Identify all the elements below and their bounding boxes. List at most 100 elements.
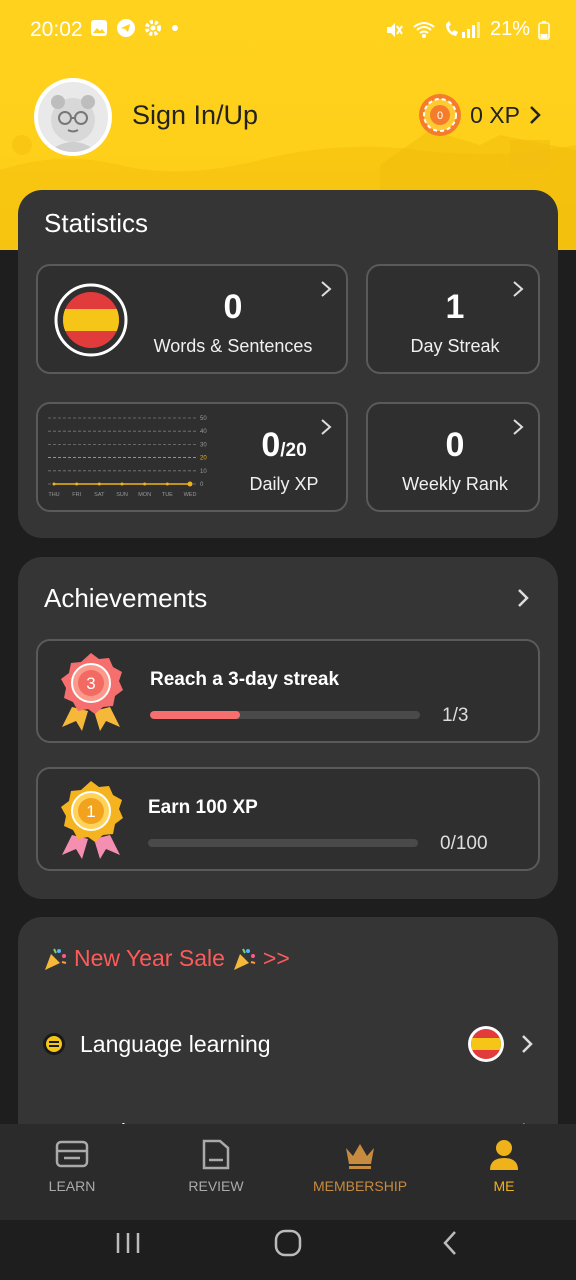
mini-chart-point <box>75 482 79 486</box>
nav-review[interactable]: REVIEW <box>151 1138 281 1194</box>
nav-learn[interactable]: LEARN <box>7 1138 137 1194</box>
weekly-rank-tile[interactable]: 0 Weekly Rank <box>366 402 540 512</box>
status-left-icons <box>90 18 180 38</box>
promo-suffix: >> <box>262 945 290 971</box>
streak-label: Day Streak <box>410 336 500 356</box>
mini-chart-y-tick: 10 <box>200 469 207 475</box>
system-navigation-bar <box>0 1220 576 1280</box>
mini-chart-y-tick: 50 <box>200 416 207 422</box>
mini-chart-x-tick: TUE <box>162 492 173 498</box>
mini-chart-point <box>187 481 193 487</box>
chevron-right-icon <box>522 1035 533 1053</box>
achievement-streak-count: 1/3 <box>442 705 469 726</box>
party-popper-icon <box>233 948 256 970</box>
achievements-chevron-right-icon[interactable] <box>516 587 530 609</box>
streak-medal-number: 3 <box>86 674 95 693</box>
settings-gear-icon <box>145 20 161 36</box>
battery-icon <box>538 20 550 40</box>
notification-dot-icon <box>172 25 178 31</box>
nav-review-label: REVIEW <box>188 1178 244 1194</box>
battery-percent: 21% <box>489 18 530 40</box>
nav-membership-label: MEMBERSHIP <box>312 1178 408 1194</box>
achievement-xp[interactable]: 1 Earn 100 XP 0/100 <box>36 767 540 871</box>
language-learning-row[interactable]: Language learning <box>42 1019 534 1069</box>
mini-chart-x-tick: FRI <box>72 492 81 498</box>
xp-medal-icon: 1 <box>61 781 123 859</box>
status-bar: 20:02 21% <box>0 0 576 60</box>
daily-xp-mini-chart: 50 40 30 20 10 0 THU FRI SAT SUN MON TUE WED <box>48 416 207 498</box>
words-label: Words & Sentences <box>153 336 313 356</box>
xp-value: 0 XP <box>470 101 520 128</box>
achievement-xp-count: 0/100 <box>440 833 488 854</box>
mini-chart-x-tick: WED <box>184 492 197 498</box>
status-time: 20:02 <box>30 18 83 41</box>
sign-in-link[interactable]: Sign In/Up <box>132 100 258 131</box>
panda-avatar-icon <box>48 95 98 152</box>
new-year-sale-banner[interactable]: New Year Sale >> <box>42 945 290 972</box>
achievement-streak-title: Reach a 3-day streak <box>150 669 340 690</box>
day-streak-tile[interactable]: 1 Day Streak <box>366 264 540 374</box>
mini-chart-y-tick: 40 <box>200 429 207 435</box>
bottom-navigation: LEARN REVIEW MEMBERSHIP ME <box>0 1124 576 1220</box>
profile-person-icon <box>490 1140 518 1170</box>
status-right-icons: 21% <box>384 18 550 41</box>
spain-flag-icon <box>54 283 128 357</box>
nav-learn-label: LEARN <box>48 1178 96 1194</box>
crown-icon <box>346 1144 374 1169</box>
mini-chart-x-tick: SAT <box>94 492 105 498</box>
recent-apps-icon[interactable] <box>114 1230 142 1256</box>
daily-xp-goal: /20 <box>280 440 307 461</box>
language-icon <box>43 1033 65 1055</box>
words-count: 0 <box>223 288 243 326</box>
daily-xp-label: Daily XP <box>249 474 319 494</box>
mini-chart-point <box>52 482 56 486</box>
achievement-streak-progress-fill <box>150 711 240 719</box>
call-signal-icon <box>445 20 480 38</box>
mini-chart-y-tick: 30 <box>200 442 207 448</box>
xp-medal-number: 1 <box>86 802 95 821</box>
xp-coin-value: 0 <box>437 110 443 122</box>
mini-chart-point <box>143 482 147 486</box>
achievement-xp-title: Earn 100 XP <box>148 797 258 818</box>
chevron-right-icon <box>530 106 541 124</box>
learn-book-icon <box>55 1140 89 1168</box>
chevron-right-icon <box>321 281 332 297</box>
achievement-streak[interactable]: 3 Reach a 3-day streak 1/3 <box>36 639 540 743</box>
nav-me-label: ME <box>493 1178 515 1194</box>
chevron-right-icon <box>513 419 524 435</box>
words-sentences-tile[interactable]: 0 Words & Sentences <box>36 264 348 374</box>
mini-chart-x-tick: MON <box>138 492 151 498</box>
daily-xp-value: 0 <box>261 426 281 464</box>
xp-coin-icon: 0 <box>419 94 462 136</box>
mute-icon <box>386 22 403 37</box>
mini-chart-x-tick: THU <box>48 492 59 498</box>
achievements-title: Achievements <box>44 583 208 613</box>
avatar[interactable] <box>34 78 112 156</box>
wifi-icon <box>413 21 435 38</box>
mini-chart-y-tick: 20 <box>200 456 207 462</box>
language-learning-label: Language learning <box>80 1030 271 1057</box>
profile-row: Sign In/Up 0 0 XP <box>34 78 542 158</box>
mini-chart-x-tick: SUN <box>116 492 128 498</box>
party-popper-icon <box>45 948 67 970</box>
daily-xp-tile[interactable]: 50 40 30 20 10 0 THU FRI SAT SUN MON TUE WED 0/20 Da… <box>36 402 348 512</box>
nav-membership[interactable]: MEMBERSHIP <box>295 1138 425 1194</box>
home-icon[interactable] <box>273 1228 303 1258</box>
statistics-card: Statistics 0 Words & Sentences 1 Day Str… <box>18 190 558 538</box>
gallery-icon <box>91 20 107 36</box>
statistics-title: Statistics <box>44 208 149 238</box>
mini-chart-point <box>165 482 169 486</box>
mini-chart-point <box>120 482 124 486</box>
achievements-card: Achievements 3 Reach a 3-day streak 1/3 … <box>18 557 558 899</box>
xp-badge[interactable]: 0 0 XP <box>418 90 542 140</box>
chevron-right-icon <box>513 281 524 297</box>
telegram-icon <box>117 19 135 37</box>
weekly-rank-label: Weekly Rank <box>402 474 508 494</box>
streak-medal-icon: 3 <box>61 653 123 731</box>
spain-flag-small-icon <box>468 1026 504 1062</box>
nav-me[interactable]: ME <box>439 1138 569 1194</box>
promo-text: New Year Sale <box>74 945 225 971</box>
back-icon[interactable] <box>440 1229 460 1257</box>
mini-chart-point <box>97 482 101 486</box>
review-folder-icon <box>202 1139 230 1170</box>
